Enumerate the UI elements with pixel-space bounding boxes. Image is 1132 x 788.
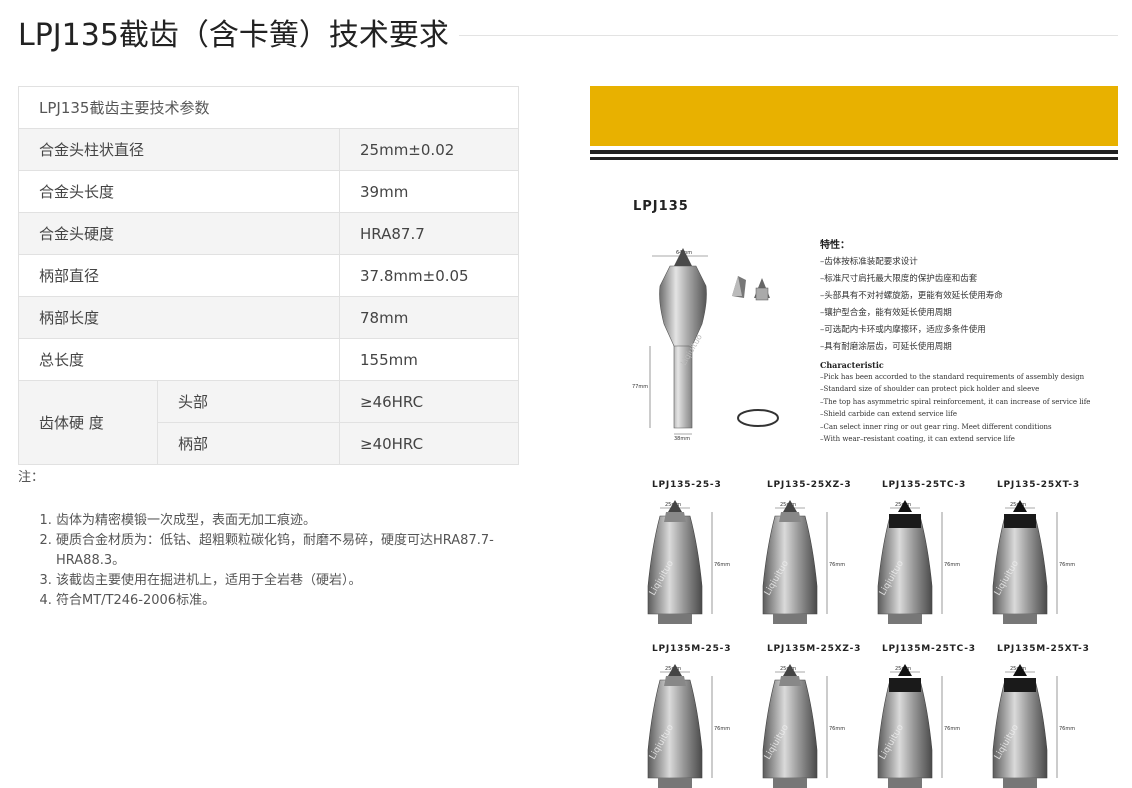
svg-text:76mm: 76mm [1059,562,1075,568]
variant-label: LPJ135M-25XZ-3 [767,644,862,654]
svg-text:76mm: 76mm [1059,726,1075,732]
row-value: 37.8mm±0.05 [339,254,519,297]
pick-drawing: 64mm 77mm 38mm Liqiuituo [632,248,779,441]
black-stripe [590,157,1118,160]
note-item: 符合MT/T246-2006标准。 [56,591,518,611]
row-label: 柄部直径 [18,254,340,297]
variant-label: LPJ135-25XT-3 [997,480,1080,490]
dim-length: 77mm [632,384,648,390]
feature-item: –齿体按标准装配要求设计 [820,257,918,267]
row-label: 合金头长度 [18,170,340,213]
table-row: 合金头硬度 HRA87.7 [18,212,519,255]
svg-text:76mm: 76mm [944,726,960,732]
row-label: 柄部长度 [18,296,340,339]
hardness-sub-label: 头部 [157,380,340,423]
svg-text:76mm: 76mm [714,726,730,732]
product-image: LPJ135 64mm 77mm 38mm Liqiuituo 特性： –齿体按 [590,86,1118,788]
table-row: 柄部直径 37.8mm±0.05 [18,254,519,297]
hardness-value: ≥46HRC [339,380,519,423]
note-item: 齿体为精密模锻一次成型，表面无加工痕迹。 [56,511,518,531]
characteristic-title: Characteristic [820,360,884,370]
characteristic-item: –Shield carbide can extend service life [820,410,957,419]
variant-label: LPJ135-25XZ-3 [767,480,852,490]
variant-label: LPJ135M-25TC-3 [882,644,976,654]
black-stripe [590,150,1118,154]
hardness-value: ≥40HRC [339,422,519,465]
feature-item: –标准尺寸肩托最大限度的保护齿座和齿套 [820,274,978,284]
hardness-sub-label: 柄部 [157,422,340,465]
svg-text:76mm: 76mm [829,726,845,732]
title-row: LPJ135截齿（含卡簧）技术要求 [18,12,1118,53]
notes-list: 齿体为精密模锻一次成型，表面无加工痕迹。 硬质合金材质为：低钴、超粗颗粒碳化钨，… [18,511,518,611]
characteristic-item: –Standard size of shoulder can protect p… [820,385,1040,394]
variant-pick-drawing: 25mm76mmLiqiuituo [992,664,1075,788]
features-en: Characteristic –Pick has been accorded t… [820,360,1110,445]
table-row: 合金头长度 39mm [18,170,519,213]
table-header-row: LPJ135截齿主要技术参数 [18,86,519,129]
row-label: 合金头柱状直径 [18,128,340,171]
variant-pick-drawing: 25mm76mmLiqiuituo [762,500,845,624]
feature-item: –具有耐磨涂层齿，可延长使用周期 [820,342,952,352]
note-item: 硬质合金材质为：低钴、超粗颗粒碳化钨，耐磨不易碎，硬度可达HRA87.7-HRA… [56,531,518,571]
characteristic-item: –Pick has been accorded to the standard … [820,373,1085,381]
yellow-banner [590,86,1118,146]
feature-item: –头部具有不对衬螺旋筋，更能有效延长使用寿命 [820,291,1003,301]
variant-label: LPJ135-25TC-3 [882,480,967,490]
notes-section: 注： 齿体为精密模锻一次成型，表面无加工痕迹。 硬质合金材质为：低钴、超粗颗粒碳… [18,466,518,611]
variant-label: LPJ135-25-3 [652,480,722,490]
characteristic-item: –The top has asymmetric spiral reinforce… [820,397,1091,406]
variant-pick-drawing: 25mm76mmLiqiuituo [647,664,730,788]
row-value: 25mm±0.02 [339,128,519,171]
variant-label: LPJ135M-25XT-3 [997,644,1090,654]
note-item: 该截齿主要使用在掘进机上，适用于全岩巷（硬岩）。 [56,571,518,591]
notes-label: 注： [18,470,45,485]
hardness-label: 齿体硬 度 [18,380,158,465]
table-row: 齿体硬 度 头部 ≥46HRC [18,380,519,465]
features-title: 特性： [820,240,850,251]
variant-pick-drawing: 25mm76mmLiqiuituo [877,500,960,624]
characteristic-item: –Can select inner ring or out gear ring.… [820,422,1052,431]
features-cn: 特性： –齿体按标准装配要求设计 –标准尺寸肩托最大限度的保护齿座和齿套 –头部… [820,236,1110,356]
row-value: 39mm [339,170,519,213]
table-header: LPJ135截齿主要技术参数 [18,86,519,129]
table-row: 柄部长度 78mm [18,296,519,339]
characteristic-item: –With wear–resistant coating, it can ext… [820,435,1015,444]
row-value: HRA87.7 [339,212,519,255]
variant-pick-drawing: 25mm76mmLiqiuituo [992,500,1075,624]
row-value: 155mm [339,338,519,381]
dim-bottom: 38mm [674,436,690,441]
svg-text:76mm: 76mm [944,562,960,568]
table-row: 合金头柱状直径 25mm±0.02 [18,128,519,171]
table-row: 总长度 155mm [18,338,519,381]
row-value: 78mm [339,296,519,339]
feature-item: –镶护型合金，能有效延长使用周期 [820,308,952,318]
variant-pick-drawing: 25mm76mmLiqiuituo [877,664,960,788]
title-divider [458,34,1118,36]
model-name: LPJ135 [633,199,689,214]
feature-item: –可选配内卡环或内摩擦环，适应多条件使用 [820,325,986,335]
variant-label: LPJ135M-25-3 [652,644,732,654]
variant-pick-drawing: 25mm76mmLiqiuituo [762,664,845,788]
page-title: LPJ135截齿（含卡簧）技术要求 [18,18,449,53]
spec-table: LPJ135截齿主要技术参数 合金头柱状直径 25mm±0.02 合金头长度 3… [18,86,519,465]
row-label: 总长度 [18,338,340,381]
variant-pick-drawing: 25mm76mmLiqiuituo [647,500,730,624]
row-label: 合金头硬度 [18,212,340,255]
svg-text:76mm: 76mm [829,562,845,568]
svg-text:76mm: 76mm [714,562,730,568]
